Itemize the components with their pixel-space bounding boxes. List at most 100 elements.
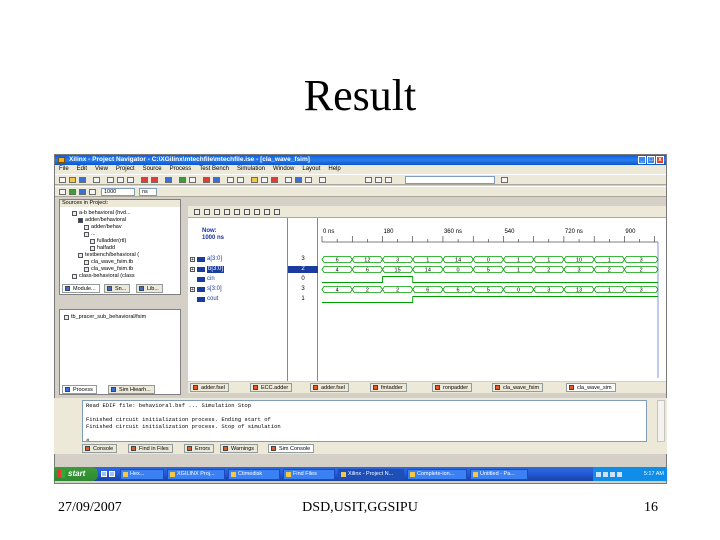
- start-button[interactable]: start: [54, 467, 98, 481]
- tree-item[interactable]: fulladder(rtl): [90, 238, 126, 244]
- window-titlebar[interactable]: Xilinx - Project Navigator - C:\XGilinx\…: [55, 155, 666, 165]
- wave-zoom-icon[interactable]: [194, 209, 200, 215]
- back-icon[interactable]: [365, 177, 372, 183]
- open-folder-icon[interactable]: [69, 177, 76, 183]
- wave-close-icon[interactable]: [274, 209, 280, 215]
- signal-row[interactable]: + b[3:0]: [190, 266, 225, 273]
- wave-fit-icon[interactable]: [254, 209, 260, 215]
- tree-item[interactable]: testbench/behavioral (: [78, 252, 139, 258]
- tab-sim-hierarchy[interactable]: Sim Hiearh...: [108, 385, 155, 394]
- save-icon[interactable]: [79, 177, 86, 183]
- taskbar-button[interactable]: XGILINX Proj...: [167, 468, 225, 480]
- taskbar-button[interactable]: Complete-ion...: [407, 468, 467, 480]
- signal-row[interactable]: cin: [197, 276, 215, 283]
- taskbar-button[interactable]: Find Files: [283, 468, 335, 480]
- menu-window[interactable]: Window: [273, 165, 294, 174]
- new-file-icon[interactable]: [59, 177, 66, 183]
- taskbar-button[interactable]: Ctimedisk: [228, 468, 280, 480]
- step-icon[interactable]: [213, 177, 220, 183]
- tab-adder-fsel[interactable]: adder.fsel: [190, 383, 229, 392]
- wave-next-icon[interactable]: [234, 209, 240, 215]
- expand-icon[interactable]: +: [190, 267, 195, 273]
- wave-icon[interactable]: [295, 177, 302, 183]
- quick-launch-icon[interactable]: [101, 471, 107, 477]
- undo-icon[interactable]: [141, 177, 148, 183]
- signal-icon[interactable]: [305, 177, 312, 183]
- go-icon[interactable]: [501, 177, 508, 183]
- zoom-in-icon[interactable]: [227, 177, 234, 183]
- tab-fmtadder[interactable]: fmtadder: [370, 383, 407, 392]
- console-scrollbar[interactable]: [657, 400, 665, 442]
- menu-source[interactable]: Source: [143, 165, 162, 174]
- tray-icon[interactable]: [603, 471, 608, 477]
- wave-cursor-icon[interactable]: [204, 209, 210, 215]
- quick-launch-icon[interactable]: [109, 471, 115, 477]
- search-combo[interactable]: [405, 176, 495, 184]
- tree-item[interactable]: ...: [84, 231, 96, 237]
- tab-console[interactable]: Console: [82, 444, 118, 453]
- menu-file[interactable]: File: [59, 165, 69, 174]
- menu-layout[interactable]: Layout: [302, 165, 320, 174]
- taskbar-button[interactable]: Hex...: [120, 468, 164, 480]
- maximize-button[interactable]: □: [647, 156, 655, 164]
- wave-marker-icon[interactable]: [214, 209, 220, 215]
- compile-icon[interactable]: [319, 177, 326, 183]
- tree-item[interactable]: cla_wave_fsim.tb: [84, 266, 133, 272]
- tab-adder-fsel-2[interactable]: adder.fsel: [310, 383, 349, 392]
- tree-item[interactable]: class-behavioral (class: [72, 273, 135, 279]
- taskbar-button[interactable]: Xilinx - Project N...: [338, 468, 404, 480]
- breakpoint-icon[interactable]: [203, 177, 210, 183]
- tab-module-view[interactable]: Module...: [62, 284, 100, 293]
- tab-process[interactable]: Process: [62, 385, 97, 394]
- cut-icon[interactable]: [107, 177, 114, 183]
- tab-find-in-files[interactable]: Find in Files: [128, 444, 173, 453]
- wave-find-icon[interactable]: [244, 209, 250, 215]
- tree-item[interactable]: adder/behav: [84, 224, 122, 230]
- print-icon[interactable]: [93, 177, 100, 183]
- find-icon[interactable]: [165, 177, 172, 183]
- tab-warnings[interactable]: Warnings: [220, 444, 259, 453]
- expand-icon[interactable]: +: [190, 287, 195, 293]
- tree-item[interactable]: adder/behavioral: [78, 217, 126, 223]
- tab-snapshot[interactable]: Sn...: [104, 284, 131, 293]
- close-button[interactable]: x: [656, 156, 664, 164]
- tray-icon[interactable]: [610, 471, 615, 477]
- tab-libraries[interactable]: Lib...: [136, 284, 163, 293]
- minimize-button[interactable]: _: [638, 156, 646, 164]
- menu-help[interactable]: Help: [328, 165, 340, 174]
- signal-row[interactable]: + a[3:0]: [190, 256, 222, 263]
- tab-ecc-adder[interactable]: ECC.adder: [250, 383, 293, 392]
- menu-project[interactable]: Project: [116, 165, 135, 174]
- waveform-plot[interactable]: 0 ns 180 360 ns 540 720 ns 900 6 12 3 1 14 0 1 1 10 1 3 4…: [318, 218, 666, 381]
- bookmark-icon[interactable]: [385, 177, 392, 183]
- sim-restart-icon[interactable]: [59, 189, 66, 195]
- forward-icon[interactable]: [375, 177, 382, 183]
- signal-row[interactable]: cout: [197, 296, 218, 303]
- tab-cla-wave-sim[interactable]: cla_wave_sim: [566, 383, 616, 392]
- copy-icon[interactable]: [117, 177, 124, 183]
- signal-row[interactable]: + s[3:0]: [190, 286, 222, 293]
- process-item[interactable]: tb_pracer_sub_behavioral/fsim: [64, 314, 146, 320]
- paste-icon[interactable]: [127, 177, 134, 183]
- tab-cla-wave-fsim[interactable]: cla_wave_fsim: [492, 383, 544, 392]
- sim-time-input[interactable]: 1000: [101, 188, 135, 196]
- tray-icon[interactable]: [596, 471, 601, 477]
- taskbar-button[interactable]: Untitled - Pa...: [470, 468, 528, 480]
- sim-time-unit[interactable]: ns: [139, 188, 157, 196]
- tray-icon[interactable]: [617, 471, 622, 477]
- sim-run-icon[interactable]: [69, 189, 76, 195]
- expand-icon[interactable]: +: [190, 257, 195, 263]
- menu-edit[interactable]: Edit: [77, 165, 87, 174]
- menu-test-bench[interactable]: Test Bench: [199, 165, 229, 174]
- sim-step-icon[interactable]: [79, 189, 86, 195]
- redo-icon[interactable]: [151, 177, 158, 183]
- sim-run-for-icon[interactable]: [89, 189, 96, 195]
- run-icon[interactable]: [179, 177, 186, 183]
- tab-sim-console[interactable]: Sim Console: [268, 444, 315, 453]
- tree-item[interactable]: cla_wave_fsim.tb: [84, 259, 133, 265]
- tree-item[interactable]: halfadd: [90, 245, 115, 251]
- console-output[interactable]: Read EDIF file: behavioral.bsf ... Simul…: [82, 400, 647, 442]
- wave-snap-icon[interactable]: [264, 209, 270, 215]
- tree-item[interactable]: a-b behavioral (hvd...: [72, 210, 131, 216]
- menu-simulation[interactable]: Simulation: [237, 165, 265, 174]
